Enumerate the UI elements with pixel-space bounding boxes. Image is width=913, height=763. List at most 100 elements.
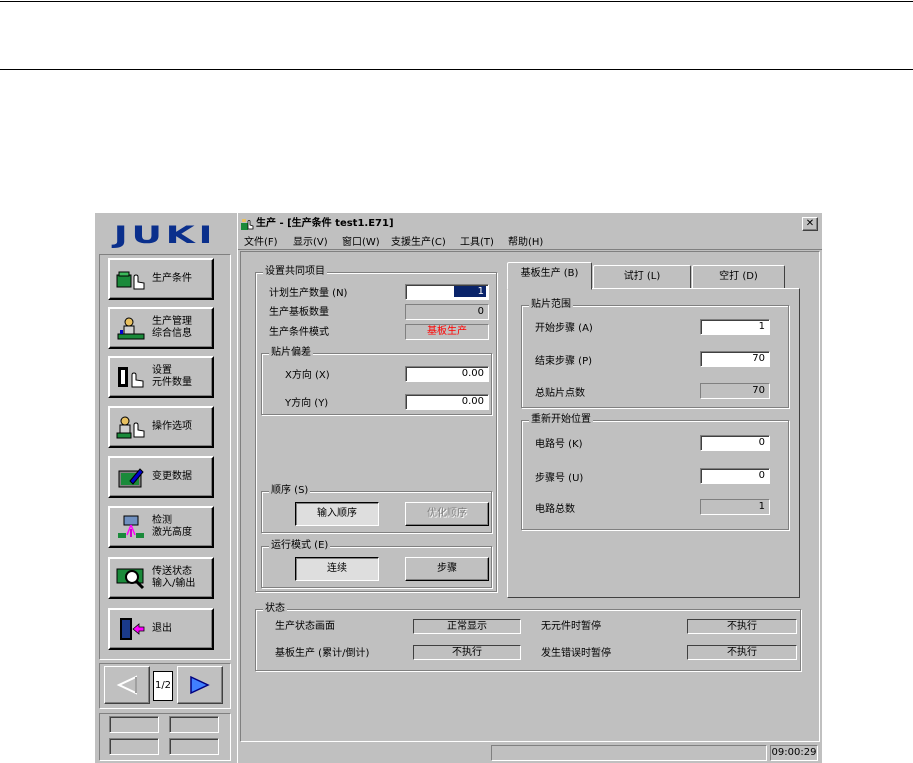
start-step-value: 1: [758, 321, 765, 332]
continuous-mode-label: 连续: [327, 563, 347, 574]
menu-support-production[interactable]: 支援生产(C): [391, 236, 446, 249]
prev-page-button[interactable]: [104, 666, 150, 704]
page-indicator-text: 1/2: [154, 680, 172, 691]
production-conditions-label: 生产条件: [152, 273, 192, 284]
input-order-button[interactable]: 输入顺序: [295, 502, 379, 526]
menu-view[interactable]: 显示(V): [293, 236, 328, 249]
tab-board-production[interactable]: 基板生产 (B): [507, 262, 592, 290]
close-window-button[interactable]: ✕: [802, 217, 818, 231]
tab-dry-run-label: 空打 (D): [719, 271, 758, 282]
continuous-mode-button[interactable]: 连续: [295, 557, 379, 581]
exit-button[interactable]: 退出: [108, 608, 214, 650]
top-rule-2: [0, 69, 913, 70]
optimize-order-button[interactable]: 优化顺序: [405, 502, 489, 526]
step-no-label: 步骤号 (U): [535, 473, 584, 484]
x-offset-value: 0.00: [461, 368, 484, 379]
title-bar: 生产 - [生产条件 test1.E71] ✕: [238, 215, 822, 233]
error-pause-value: 不执行: [727, 647, 757, 658]
board-count-label: 基板生产 (累计/倒计): [275, 648, 370, 659]
status-bar-clock: 09:00:29: [770, 745, 818, 761]
circuit-total-label: 电路总数: [535, 504, 575, 515]
production-conditions-button[interactable]: 生产条件: [108, 258, 214, 300]
circuit-total-value: 1: [758, 501, 765, 512]
transfer-status-io-label: 传送状态 输入/输出: [152, 566, 196, 589]
end-step-value: 70: [752, 353, 765, 364]
circuit-no-value: 0: [758, 437, 765, 448]
menu-bar: 文件(F) 显示(V) 窗口(W) 支援生产(C) 工具(T) 帮助(H): [238, 234, 822, 250]
mode-display: 基板生产: [405, 324, 489, 340]
mode-value: 基板生产: [427, 326, 467, 337]
juki-logo-text: JUKI: [113, 221, 217, 249]
empty-slot-3: [109, 738, 159, 755]
transfer-status-io-button[interactable]: 传送状态 输入/输出: [108, 557, 214, 599]
empty-slot-1: [109, 716, 159, 733]
step-mode-button[interactable]: 步骤: [405, 557, 489, 581]
y-offset-label: Y方向 (Y): [285, 398, 329, 409]
start-step-label: 开始步骤 (A): [535, 323, 593, 334]
operator-hand-icon: [116, 416, 145, 439]
total-points-value: 70: [752, 385, 765, 396]
end-step-input[interactable]: 70: [700, 351, 770, 367]
common-settings-title: 设置共同项目: [263, 266, 327, 278]
x-offset-input[interactable]: 0.00: [405, 366, 489, 382]
set-part-quantity-button[interactable]: 设置 元件数量: [108, 356, 214, 398]
laser-sensor-icon: [118, 515, 144, 538]
board-qty-display: 0: [405, 304, 489, 320]
next-page-button[interactable]: [177, 666, 223, 704]
production-management-label: 生产管理 综合信息: [152, 316, 192, 339]
plan-qty-label: 计划生产数量 (N): [269, 288, 348, 299]
left-arrow-icon: [116, 675, 137, 695]
tab-trial[interactable]: 试打 (L): [593, 265, 691, 288]
exit-door-icon: [120, 618, 145, 640]
sidebar: JUKI 生产条件 生产管理 综合信息 设置 元件数量 操作选项 变更数据 检测…: [95, 213, 235, 763]
board-count-display: 不执行: [413, 645, 521, 660]
plan-qty-input[interactable]: 1: [405, 284, 489, 300]
empty-slot-4: [169, 738, 219, 755]
app-window: JUKI 生产条件 生产管理 综合信息 设置 元件数量 操作选项 变更数据 检测…: [95, 213, 822, 763]
window-title: 生产 - [生产条件 test1.E71]: [256, 218, 394, 229]
set-part-quantity-label: 设置 元件数量: [152, 365, 192, 388]
order-title: 顺序 (S): [269, 485, 311, 497]
circuit-no-label: 电路号 (K): [535, 439, 583, 450]
change-data-button[interactable]: 变更数据: [108, 456, 214, 498]
empty-slot-2: [169, 716, 219, 733]
production-management-button[interactable]: 生产管理 综合信息: [108, 307, 214, 349]
step-mode-label: 步骤: [437, 563, 457, 574]
total-points-display: 70: [700, 383, 770, 399]
close-icon: ✕: [805, 218, 815, 229]
placement-range-title: 贴片范围: [529, 299, 573, 311]
laser-height-check-button[interactable]: 检测 激光高度: [108, 506, 214, 548]
menu-help[interactable]: 帮助(H): [508, 236, 543, 249]
circuit-total-display: 1: [700, 499, 770, 515]
menu-window[interactable]: 窗口(W): [342, 236, 380, 249]
menu-file[interactable]: 文件(F): [244, 236, 278, 249]
tab-dry-run[interactable]: 空打 (D): [692, 265, 785, 288]
start-step-input[interactable]: 1: [700, 319, 770, 335]
status-screen-display: 正常显示: [413, 619, 521, 634]
edit-data-icon: [118, 468, 144, 488]
plan-qty-value: 1: [453, 286, 486, 297]
total-points-label: 总贴片点数: [535, 388, 585, 399]
status-title: 状态: [263, 603, 287, 615]
clock-value: 09:00:29: [771, 747, 817, 758]
app-icon: [241, 219, 254, 230]
circuit-no-input[interactable]: 0: [700, 435, 770, 451]
input-order-label: 输入顺序: [317, 508, 357, 519]
right-arrow-icon: [190, 675, 210, 695]
exit-label: 退出: [152, 623, 172, 634]
step-no-input[interactable]: 0: [700, 468, 770, 484]
status-bar-message: [491, 745, 767, 761]
status-screen-label: 生产状态画面: [275, 621, 335, 632]
run-mode-title: 运行模式 (E): [269, 540, 331, 552]
tab-trial-label: 试打 (L): [623, 271, 661, 282]
y-offset-input[interactable]: 0.00: [405, 394, 489, 410]
operation-options-label: 操作选项: [152, 421, 192, 432]
juki-logo: JUKI: [100, 217, 230, 253]
magnifier-io-icon: [116, 568, 145, 590]
operation-options-button[interactable]: 操作选项: [108, 406, 214, 448]
error-pause-label: 发生错误时暂停: [541, 648, 611, 659]
x-offset-label: X方向 (X): [285, 370, 330, 381]
no-part-pause-value: 不执行: [727, 621, 757, 632]
menu-tools[interactable]: 工具(T): [460, 236, 494, 249]
board-qty-label: 生产基板数量: [269, 307, 329, 318]
